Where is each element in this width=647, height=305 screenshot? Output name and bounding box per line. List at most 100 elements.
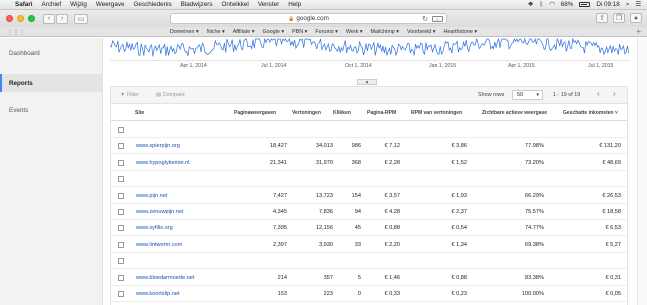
top-sites-icon[interactable]: ⋮⋮⋮ <box>7 29 25 36</box>
row-checkbox[interactable] <box>118 258 124 265</box>
bluetooth-icon[interactable]: ᛒ <box>539 1 543 8</box>
site-link[interactable]: www.lintworm.com <box>136 242 182 248</box>
minimize-window-button[interactable] <box>17 15 24 22</box>
col-impression-rpm[interactable]: RPM van vertoningen <box>411 110 462 116</box>
page-scrollbar[interactable] <box>637 38 647 305</box>
impressions-cell: 357 <box>323 274 333 281</box>
wifi-icon[interactable]: ◠ <box>549 1 555 8</box>
filter-button[interactable]: ▼ Filter <box>120 92 139 98</box>
chart-x-tick: Jul 1, 2014 <box>261 63 287 69</box>
fav-affiliate[interactable]: Affiliate ▾ <box>233 29 255 35</box>
reload-icon[interactable]: ↻ <box>422 15 428 23</box>
page-rpm-cell: € 3,57 <box>384 192 400 199</box>
sidebar-toggle-button[interactable]: ▭ <box>74 13 88 24</box>
sidebar-item-dashboard[interactable]: Dashboard <box>0 44 103 62</box>
traffic-chart: Apr 1, 2014 Jul 1, 2014 Oct 1, 2014 Jan … <box>110 38 630 80</box>
next-page-icon[interactable]: › <box>613 89 616 98</box>
row-checkbox[interactable] <box>118 209 124 215</box>
menu-ontwikkel[interactable]: Ontwikkel <box>222 1 249 8</box>
col-active-view[interactable]: Zichtbare actieve weergave <box>482 110 547 116</box>
menu-bladwijzers[interactable]: Bladwijzers <box>181 1 213 8</box>
compare-button[interactable]: ▤ Compare <box>156 92 185 98</box>
row-checkbox[interactable] <box>118 225 124 232</box>
sidebar-item-events[interactable]: Events <box>0 101 103 119</box>
tabs-button[interactable]: ❐ <box>613 13 625 23</box>
url-text: google.com <box>296 15 329 22</box>
pageviews-cell: 2,397 <box>273 241 287 248</box>
spotlight-icon[interactable]: ⌕ <box>626 1 630 9</box>
menu-venster[interactable]: Venster <box>258 1 279 8</box>
col-impressions[interactable]: Vertoningen <box>292 110 321 116</box>
fav-hearthstone[interactable]: Hearthstone ▾ <box>444 29 478 35</box>
col-clicks[interactable]: Klikken <box>333 110 351 116</box>
site-link[interactable]: www.zenuwpijn.net <box>136 209 184 215</box>
active-view-cell: 75.57% <box>525 209 544 215</box>
close-window-button[interactable] <box>6 15 13 22</box>
sidebar-item-reports[interactable]: Reports <box>0 74 103 92</box>
impressions-cell: 34,013 <box>315 143 333 150</box>
downloads-button[interactable]: ● <box>630 13 642 23</box>
fav-werk[interactable]: Werk ▾ <box>346 29 363 35</box>
clicks-cell: 94 <box>354 209 361 215</box>
clicks-cell: 986 <box>351 143 361 150</box>
reader-icon[interactable]: ≡ <box>432 15 443 22</box>
pageviews-cell: 4,345 <box>273 209 287 215</box>
lock-icon: 🔒 <box>288 15 295 22</box>
address-bar[interactable]: 🔒 google.com ↻ ≡ <box>170 13 447 24</box>
battery-icon[interactable] <box>579 2 591 7</box>
menu-archief[interactable]: Archief <box>42 1 62 8</box>
row-checkbox[interactable] <box>118 159 124 166</box>
notification-center-icon[interactable]: ☰ <box>635 1 641 8</box>
clicks-cell: 368 <box>351 159 361 166</box>
prev-page-icon[interactable]: ‹ <box>597 89 600 98</box>
collapse-chart-button[interactable]: ▴ <box>357 79 377 85</box>
menu-weergave[interactable]: Weergave <box>96 1 125 8</box>
row-checkbox[interactable] <box>118 291 124 297</box>
menu-wijzig[interactable]: Wijzig <box>70 1 87 8</box>
fav-domeinen[interactable]: Domeinen ▾ <box>170 29 199 35</box>
battery-percentage: 68% <box>560 1 574 8</box>
table-row <box>111 253 627 270</box>
table-row: www.spierpijn.org 18,427 34,013 986 € 7,12 € … <box>111 138 627 155</box>
row-checkbox[interactable] <box>118 176 124 183</box>
row-checkbox[interactable] <box>118 192 124 199</box>
site-link[interactable]: www.hypoglykemie.nl <box>136 160 189 166</box>
dropbox-icon[interactable]: ❖ <box>528 1 534 8</box>
site-link[interactable]: www.pijn.net <box>136 193 167 199</box>
menu-geschiedenis[interactable]: Geschiedenis <box>134 1 172 8</box>
fav-pbn[interactable]: PBN ▾ <box>292 29 307 35</box>
table-row: www.koortslip.net 153 223 0 € 0,33 € 0,23 100.… <box>111 286 627 302</box>
col-site[interactable]: Site <box>135 110 144 116</box>
fav-mailchimp[interactable]: Mailchimp ▾ <box>371 29 399 35</box>
col-estimated-earnings[interactable]: Geschatte inkomsten ˅ <box>563 110 618 116</box>
row-checkbox[interactable] <box>118 241 124 248</box>
sidebar-item-label: Dashboard <box>9 49 40 57</box>
share-button[interactable]: ⇪ <box>596 13 608 23</box>
site-link[interactable]: www.koortslip.net <box>136 291 180 297</box>
rows-per-page-select[interactable]: 50 ▾ <box>512 90 543 100</box>
row-checkbox[interactable] <box>118 127 124 133</box>
active-view-cell: 69.38% <box>525 241 544 248</box>
forward-button[interactable]: › <box>56 13 68 24</box>
col-page-rpm[interactable]: Pagina-RPM <box>367 110 396 116</box>
row-checkbox[interactable] <box>118 143 124 150</box>
menu-safari[interactable]: Safari <box>15 1 33 8</box>
new-tab-icon[interactable]: + <box>636 27 641 36</box>
pageviews-cell: 7,427 <box>273 192 287 199</box>
row-checkbox[interactable] <box>118 274 124 281</box>
impression-rpm-cell: € 1,52 <box>451 159 467 166</box>
fav-forums[interactable]: Forums ▾ <box>315 29 337 35</box>
site-link[interactable]: www.spierpijn.org <box>136 143 180 149</box>
col-pageviews[interactable]: Paginaweergaven <box>234 110 276 116</box>
active-view-cell: 100.00% <box>521 291 544 297</box>
impression-rpm-cell: € 0,88 <box>451 274 467 281</box>
menu-help[interactable]: Help <box>288 1 301 8</box>
fav-niche[interactable]: Niche ▾ <box>207 29 225 35</box>
fav-google[interactable]: Google ▾ <box>262 29 284 35</box>
clock[interactable]: Di 09:18 <box>596 1 619 8</box>
back-button[interactable]: ‹ <box>43 13 55 24</box>
fav-voorbeeld[interactable]: Voorbeeld ▾ <box>407 29 435 35</box>
zoom-window-button[interactable] <box>28 15 35 22</box>
site-link[interactable]: www.syfilis.org <box>136 225 173 231</box>
site-link[interactable]: www.bloedarmoede.net <box>136 275 194 281</box>
